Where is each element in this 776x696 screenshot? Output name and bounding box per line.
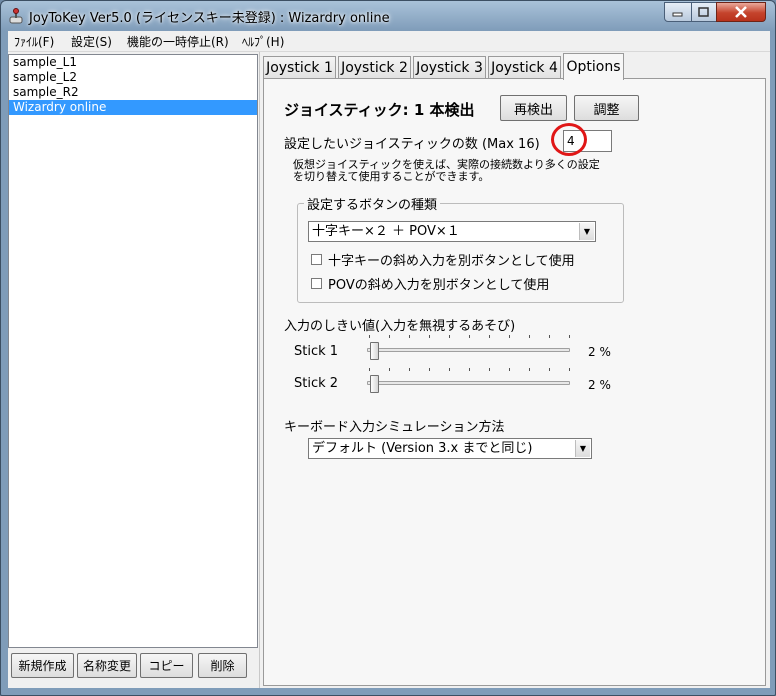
redetect-button[interactable]: 再検出 [500,95,567,121]
rename-config-button[interactable]: 名称変更 [77,653,137,678]
slider-tick [389,368,390,371]
slider-tick [489,335,490,338]
minimize-button[interactable] [664,2,692,22]
diagonal-dpad-checkbox[interactable] [311,254,322,265]
new-config-button[interactable]: 新規作成 [11,653,74,678]
stick2-value: 2 % [588,378,611,392]
title-bar[interactable]: JoyToKey Ver5.0 (ライセンスキー未登録) : Wizardry … [1,1,775,31]
tab-joystick-1[interactable]: Joystick 1 [263,56,336,78]
slider-tick [529,335,530,338]
config-item-sample-l1[interactable]: sample_L1 [9,55,257,70]
slider-tick [549,368,550,371]
simulation-method-value: デフォルト (Version 3.x までと同じ) [312,441,533,456]
tab-joystick-2[interactable]: Joystick 2 [338,56,411,78]
slider-tick [569,335,570,338]
slider-tick [449,335,450,338]
stick2-slider-thumb[interactable] [369,375,379,393]
window-title: JoyToKey Ver5.0 (ライセンスキー未登録) : Wizardry … [29,11,390,26]
slider-tick [489,368,490,371]
slider-tick [409,335,410,338]
tab-options[interactable]: Options [563,53,624,80]
menu-pause[interactable]: 機能の一時停止(R) [127,33,229,50]
simulation-method-label: キーボード入力シミュレーション方法 [284,420,505,435]
diagonal-pov-checkbox[interactable] [311,278,322,289]
slider-tick [409,368,410,371]
detected-count: ジョイスティック: 1 本検出 [284,101,475,119]
config-item-sample-r2[interactable]: sample_R2 [9,85,257,100]
diagonal-dpad-label[interactable]: 十字キーの斜め入力を別ボタンとして使用 [328,250,575,269]
slider-tick [509,368,510,371]
slider-tick [389,335,390,338]
threshold-label: 入力のしきい値(入力を無視するあそび) [284,319,516,334]
adjust-button[interactable]: 調整 [574,95,639,121]
joystick-app-icon [9,8,23,24]
virtual-joystick-note-2: を切り替えて使用することができます。 [293,170,490,183]
menu-bar: ﾌｧｲﾙ(F) 設定(S) 機能の一時停止(R) ﾍﾙﾌﾟ(H) [8,31,770,52]
menu-file[interactable]: ﾌｧｲﾙ(F) [14,33,54,50]
simulation-method-select[interactable]: デフォルト (Version 3.x までと同じ) ▼ [308,438,592,459]
minimize-icon [672,12,683,17]
maximize-icon [698,7,709,17]
chevron-down-icon[interactable]: ▼ [575,440,590,457]
maximize-button[interactable] [691,2,717,22]
config-item-wizardry-online[interactable]: Wizardry online [9,100,257,115]
menu-help[interactable]: ﾍﾙﾌﾟ(H) [242,33,284,50]
menu-settings[interactable]: 設定(S) [71,33,112,50]
stick1-value: 2 % [588,345,611,359]
button-type-select[interactable]: 十字キー×２ ＋ POV×１ ▼ [308,221,596,242]
highlight-circle-annotation [551,123,587,156]
options-panel: ジョイスティック: 1 本検出 再検出 調整 設定したいジョイスティックの数 (… [263,78,766,686]
button-type-group: 設定するボタンの種類 十字キー×２ ＋ POV×１ ▼ 十字キーの斜め入力を別ボ… [297,194,624,303]
slider-tick [429,335,430,338]
slider-tick [509,335,510,338]
splitter[interactable] [259,52,260,688]
close-icon [735,6,747,18]
config-item-sample-l2[interactable]: sample_L2 [9,70,257,85]
slider-tick [469,335,470,338]
slider-tick [429,368,430,371]
slider-tick [369,335,370,338]
stick2-label: Stick 2 [294,376,339,391]
slider-tick [549,335,550,338]
virtual-joystick-note-1: 仮想ジョイスティックを使えば、実際の接続数より多くの設定 [293,158,600,171]
client-area: sample_L1 sample_L2 sample_R2 Wizardry o… [8,52,770,688]
button-type-value: 十字キー×２ ＋ POV×１ [312,224,460,239]
joystick-count-label: 設定したいジョイスティックの数 (Max 16) [284,137,540,152]
slider-tick [569,368,570,371]
stick1-track [367,348,570,352]
stick1-label: Stick 1 [294,344,339,359]
stick2-track [367,381,570,385]
delete-config-button[interactable]: 削除 [198,653,247,678]
chevron-down-icon[interactable]: ▼ [579,223,594,240]
slider-tick [369,368,370,371]
copy-config-button[interactable]: コピー [140,653,193,678]
diagonal-pov-label[interactable]: POVの斜め入力を別ボタンとして使用 [328,274,549,293]
slider-tick [529,368,530,371]
slider-tick [469,368,470,371]
close-button[interactable] [716,2,766,22]
slider-tick [449,368,450,371]
stick1-slider-thumb[interactable] [369,342,379,360]
button-type-legend: 設定するボタンの種類 [304,194,441,213]
app-window: JoyToKey Ver5.0 (ライセンスキー未登録) : Wizardry … [0,0,776,696]
config-list[interactable]: sample_L1 sample_L2 sample_R2 Wizardry o… [8,54,258,648]
tab-joystick-3[interactable]: Joystick 3 [413,56,486,78]
tab-joystick-4[interactable]: Joystick 4 [488,56,561,78]
